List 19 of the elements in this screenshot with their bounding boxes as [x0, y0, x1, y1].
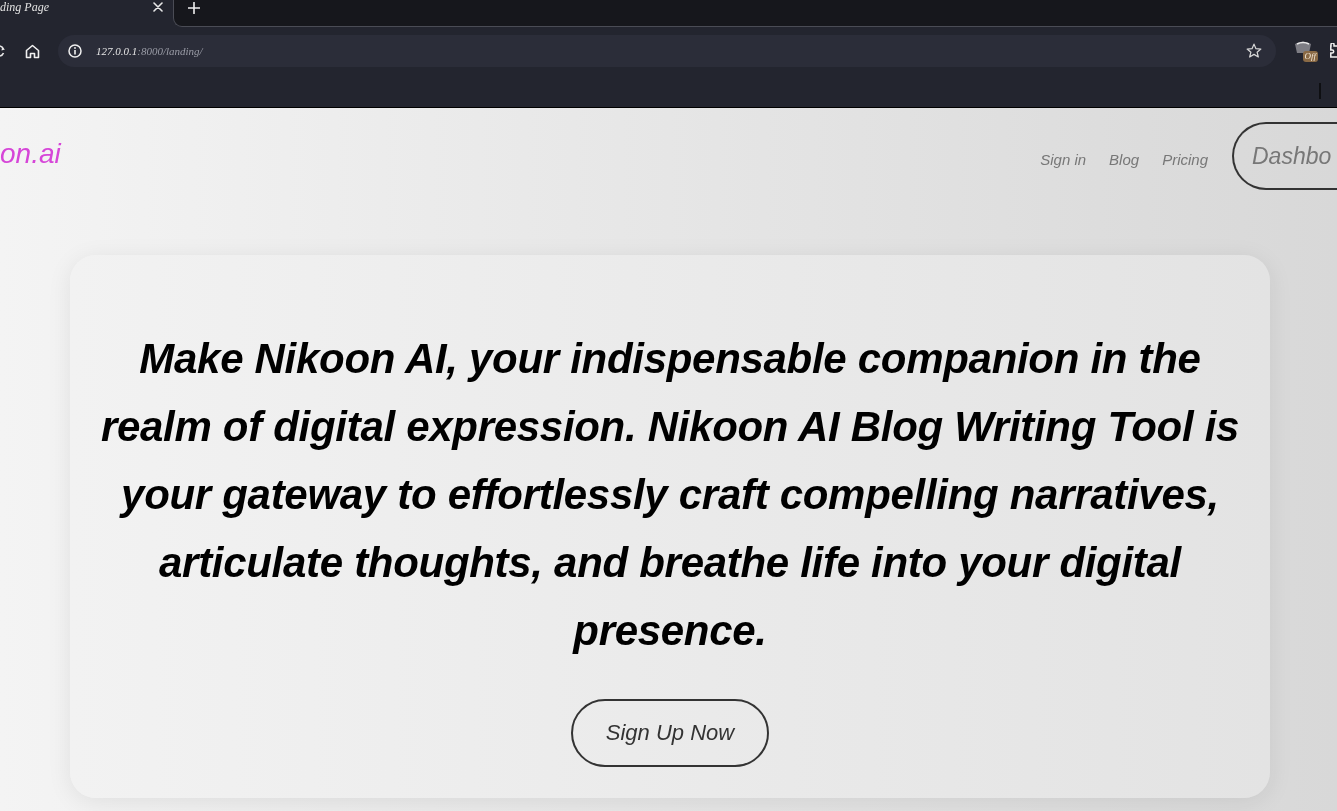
home-icon[interactable]: [25, 43, 40, 59]
star-icon[interactable]: [1246, 43, 1263, 59]
dashboard-button[interactable]: Dashbo: [1232, 122, 1337, 190]
sign-up-button[interactable]: Sign Up Now: [571, 699, 769, 767]
hero-text: Make Nikoon AI, your indispensable companion in the realm of digital expression. Nikoon AI Blog Writing Tool is your gateway to effortlessly craft compelling narratives, articulate thoughts, and breathe life into your digital presence.: [99, 334, 1241, 656]
plus-icon[interactable]: [188, 2, 200, 14]
info-icon[interactable]: [68, 44, 82, 58]
logo-text[interactable]: on.ai: [0, 138, 61, 170]
nav-link[interactable]: Pricing: [1162, 144, 1208, 168]
nav-link[interactable]: Sign in: [1040, 144, 1087, 168]
url-text: 127.0.0.1:8000/landing/: [96, 45, 203, 57]
extension-badge: Off: [1302, 51, 1318, 62]
reload-icon[interactable]: [0, 44, 5, 58]
tab-title: ding Page: [0, 0, 49, 14]
extension-icon[interactable]: [1294, 40, 1313, 54]
nav-link[interactable]: Blog: [1109, 144, 1140, 168]
puzzle-icon[interactable]: [1330, 43, 1337, 59]
close-icon[interactable]: [153, 2, 163, 12]
address-bar[interactable]: 127.0.0.1:8000/landing/: [58, 35, 1277, 67]
